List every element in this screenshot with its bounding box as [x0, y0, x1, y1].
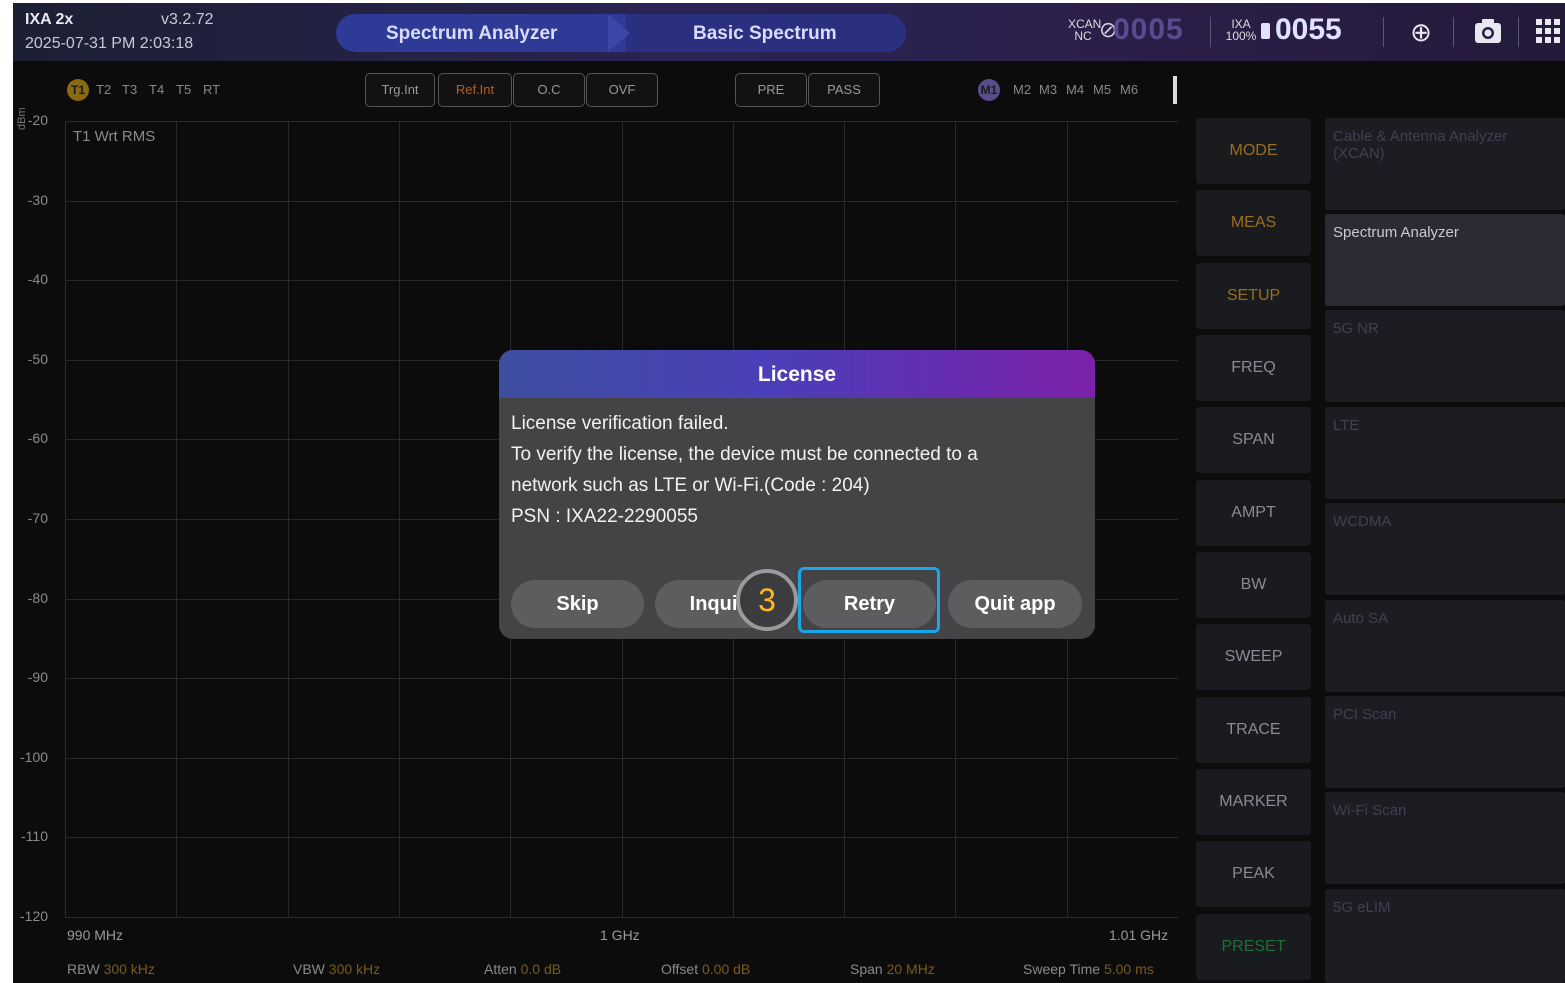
trace-t1[interactable]: T1 [67, 79, 89, 101]
trace-label: T1 Wrt RMS [73, 128, 156, 145]
oc-status[interactable]: O.C [513, 73, 585, 107]
ixa-label: IXA 100% [1225, 17, 1257, 43]
x-start-label: 990 MHz [67, 927, 124, 943]
menu-item-pci-scan[interactable]: PCI Scan [1325, 696, 1565, 788]
marker-m6[interactable]: M6 [1120, 82, 1138, 97]
psn-line: PSN : IXA22-2290055 [511, 506, 698, 527]
software-version: v3.2.72 [161, 11, 214, 28]
step-number-badge: 3 [736, 569, 798, 631]
menu-item-wcdma[interactable]: WCDMA [1325, 503, 1565, 595]
y-tick-label: -100 [20, 749, 49, 765]
xcan-label: XCAN NC [1068, 17, 1102, 43]
trace-rt[interactable]: RT [203, 82, 220, 97]
preamp-status[interactable]: PRE [735, 73, 807, 107]
atten-param[interactable]: Atten 0.0 dB [484, 961, 561, 977]
ixa-code: 0055 [1275, 13, 1342, 46]
softkey-marker[interactable]: MARKER [1196, 769, 1311, 835]
trace-t3[interactable]: T3 [122, 82, 137, 97]
softkey-sweep[interactable]: SWEEP [1196, 624, 1311, 690]
grid-line-vertical [399, 121, 400, 917]
dialog-message-line: License verification failed. [511, 413, 729, 434]
grid-line-vertical [288, 121, 289, 917]
y-tick-label: -120 [20, 908, 49, 924]
dialog-message-line: network such as LTE or Wi-Fi.(Code : 204… [511, 475, 870, 496]
menu-item-spectrum-analyzer[interactable]: Spectrum Analyzer [1325, 214, 1565, 306]
marker-m5[interactable]: M5 [1093, 82, 1111, 97]
span-param[interactable]: Span 20 MHz [850, 961, 935, 977]
marker-scroll-indicator [1173, 76, 1177, 104]
camera-icon[interactable] [1473, 17, 1503, 47]
y-tick-label: -20 [27, 112, 48, 128]
y-tick-label: -40 [27, 271, 48, 287]
device-name: IXA 2x [25, 11, 74, 28]
trace-t4[interactable]: T4 [149, 82, 164, 97]
y-tick-label: -30 [27, 192, 48, 208]
marker-m3[interactable]: M3 [1039, 82, 1057, 97]
vbw-param[interactable]: VBW 300 kHz [293, 961, 380, 977]
battery-icon [1261, 23, 1270, 39]
mode-selector[interactable]: Spectrum Analyzer Basic Spectrum [336, 14, 906, 52]
menu-item-5g-elim[interactable]: 5G eLIM [1325, 889, 1565, 983]
menu-item-auto-sa[interactable]: Auto SA [1325, 600, 1565, 692]
menu-item-5g-nr[interactable]: 5G NR [1325, 310, 1565, 402]
xcan-code: 0005 [1113, 13, 1184, 46]
reference-status[interactable]: Ref.Int [438, 73, 512, 107]
sweep-time-param[interactable]: Sweep Time 5.00 ms [1023, 961, 1154, 977]
softkey-bw[interactable]: BW [1196, 552, 1311, 618]
y-tick-label: -90 [27, 669, 48, 685]
divider [1518, 17, 1519, 47]
y-tick-label: -70 [27, 510, 48, 526]
divider [1453, 17, 1454, 47]
softkey-freq[interactable]: FREQ [1196, 335, 1311, 401]
measurement-label[interactable]: Basic Spectrum [693, 23, 837, 45]
top-bar: IXA 2x v3.2.72 2025-07-31 PM 2:03:18 Spe… [13, 3, 1565, 61]
retry-highlight [798, 567, 940, 633]
y-tick-label: -110 [21, 828, 48, 844]
y-tick-label: -50 [27, 351, 48, 367]
trace-t5[interactable]: T5 [176, 82, 191, 97]
softkey-mode[interactable]: MODE [1196, 118, 1311, 184]
softkey-setup[interactable]: SETUP [1196, 263, 1311, 329]
softkey-trace[interactable]: TRACE [1196, 697, 1311, 763]
divider [1383, 17, 1384, 47]
y-tick-label: -60 [27, 430, 48, 446]
trace-t2[interactable]: T2 [96, 82, 111, 97]
pass-status[interactable]: PASS [808, 73, 880, 107]
softkey-preset[interactable]: PRESET [1196, 914, 1311, 980]
x-end-label: 1.01 GHz [1109, 927, 1169, 943]
divider [1210, 17, 1211, 47]
grid-line-horizontal [65, 917, 1178, 918]
y-tick-label: -80 [27, 590, 48, 606]
skip-button[interactable]: Skip [511, 580, 644, 628]
softkey-peak[interactable]: PEAK [1196, 841, 1311, 907]
trigger-status[interactable]: Trg.Int [365, 73, 435, 107]
softkey-ampt[interactable]: AMPT [1196, 480, 1311, 546]
menu-item-xcan[interactable]: Cable & Antenna Analyzer (XCAN) [1325, 118, 1565, 210]
softkey-span[interactable]: SPAN [1196, 407, 1311, 473]
gps-target-icon[interactable]: ⊕ [1406, 17, 1436, 47]
ovf-status[interactable]: OVF [586, 73, 658, 107]
chevron-right-icon [608, 14, 630, 52]
marker-m2[interactable]: M2 [1013, 82, 1031, 97]
apps-grid-icon[interactable] [1531, 17, 1565, 47]
dialog-message-line: To verify the license, the device must b… [511, 444, 978, 465]
offset-param[interactable]: Offset 0.00 dB [661, 961, 750, 977]
quit-app-button[interactable]: Quit app [948, 580, 1082, 628]
marker-m1[interactable]: M1 [978, 79, 1000, 101]
softkey-meas[interactable]: MEAS [1196, 190, 1311, 256]
rbw-param[interactable]: RBW 300 kHz [67, 961, 155, 977]
mode-label[interactable]: Spectrum Analyzer [386, 23, 557, 45]
menu-item-wifi-scan[interactable]: Wi-Fi Scan [1325, 792, 1565, 884]
x-center-label: 1 GHz [600, 927, 640, 943]
grid-line-vertical [176, 121, 177, 917]
marker-m4[interactable]: M4 [1066, 82, 1084, 97]
date-time: 2025-07-31 PM 2:03:18 [25, 35, 194, 52]
dialog-title: License [499, 350, 1095, 398]
menu-item-lte[interactable]: LTE [1325, 407, 1565, 499]
